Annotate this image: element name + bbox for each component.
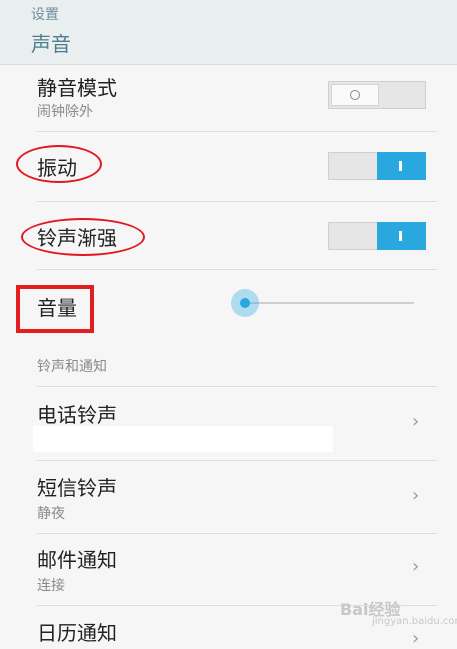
email-notification-label: 邮件通知 [37,548,117,572]
toggle-knob-on [377,222,426,250]
silent-mode-toggle[interactable] [328,81,426,109]
redacted-value [33,426,333,452]
silent-mode-label: 静音模式 [37,76,117,100]
chevron-right-icon: › [412,556,420,577]
on-bar-icon [399,231,402,241]
phone-ringtone-label: 电话铃声 [37,403,117,427]
breadcrumb[interactable]: 设置 [31,4,59,24]
volume-slider-thumb[interactable] [240,298,250,308]
annotation-rect-volume [16,285,94,333]
sms-ringtone-sublabel: 静夜 [37,506,65,522]
setting-row-silent-mode[interactable]: 静音模式 闹钟除外 [0,64,457,131]
section-title: 铃声和通知 [37,359,107,375]
annotation-ellipse-crescendo [21,218,145,256]
page-title: 声音 [31,32,71,56]
chevron-right-icon: › [412,411,420,432]
list-item-sms-ringtone[interactable]: 短信铃声 静夜 › [0,461,457,533]
toggle-knob-on [377,152,426,180]
calendar-notification-label: 日历通知 [37,621,117,645]
watermark-url: jingyan.baidu.com [372,616,457,627]
volume-slider-track[interactable] [245,302,414,304]
email-notification-sublabel: 连接 [37,578,65,594]
sms-ringtone-label: 短信铃声 [37,476,117,500]
off-circle-icon [350,90,360,100]
chevron-right-icon: › [412,485,420,506]
silent-mode-sublabel: 闹钟除外 [37,104,93,120]
toggle-knob-off [331,84,379,106]
header-bar: 设置 声音 [0,0,457,65]
annotation-ellipse-vibrate [16,145,102,183]
ring-crescendo-toggle[interactable] [328,222,426,250]
on-bar-icon [399,161,402,171]
vibrate-toggle[interactable] [328,152,426,180]
list-item-email-notification[interactable]: 邮件通知 连接 › [0,534,457,605]
